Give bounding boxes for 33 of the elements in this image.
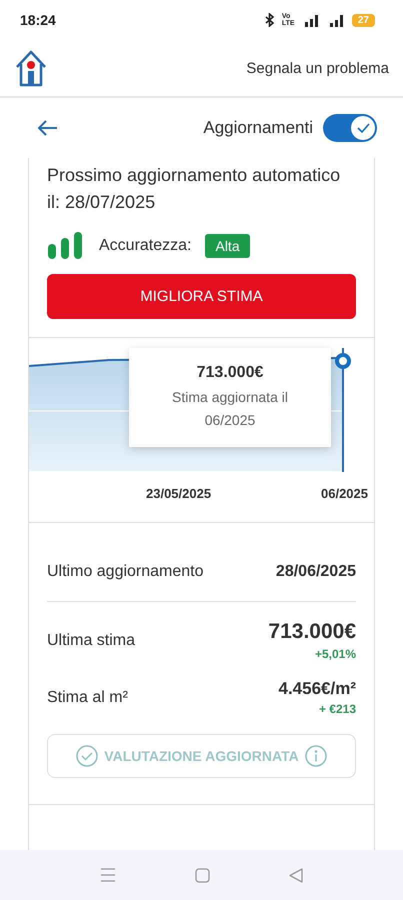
updates-toggle[interactable] <box>323 114 377 142</box>
report-problem-link[interactable]: Segnala un problema <box>246 60 389 76</box>
improve-estimate-button[interactable]: MIGLIORA STIMA <box>47 274 356 319</box>
menu-icon[interactable] <box>100 868 116 882</box>
stat-label: Ultimo aggiornamento <box>47 563 204 581</box>
check-icon <box>356 122 370 134</box>
stat-value: 713.000€ <box>268 620 356 644</box>
stat-change: + €213 <box>318 702 356 716</box>
back-triangle-icon[interactable] <box>289 868 304 882</box>
axis-label: 06/2025 <box>321 486 368 501</box>
battery-level: 27 <box>352 14 375 26</box>
axis-label: 23/05/2025 <box>146 486 212 501</box>
signal-icon <box>304 14 320 26</box>
check-circle-icon <box>76 745 98 767</box>
tooltip-value: 713.000€ <box>196 364 264 382</box>
stat-label: Ultima stima <box>47 632 136 650</box>
info-icon[interactable] <box>304 745 327 767</box>
status-time: 18:24 <box>20 12 56 28</box>
stat-value: 28/06/2025 <box>276 563 356 581</box>
home-square-icon[interactable] <box>194 868 210 882</box>
stat-value: 4.456€/m² <box>278 679 356 699</box>
accuracy-badge: Alta <box>205 234 250 258</box>
tooltip-text: Stima aggiornata il 06/2025 <box>171 388 289 430</box>
bluetooth-icon <box>264 13 276 27</box>
stat-change: +5,01% <box>314 647 356 661</box>
next-update-text: Prossimo aggiornamento automatico il: 28/07/2025 <box>47 164 342 214</box>
section-title: Aggiornamenti <box>203 118 313 138</box>
accuracy-label: Accuratezza: <box>99 237 192 255</box>
house-logo-icon[interactable] <box>14 49 48 87</box>
valuation-status-text: VALUTAZIONE AGGIORNATA <box>104 748 299 764</box>
signal-bars-icon <box>47 232 83 260</box>
back-arrow-icon[interactable] <box>38 120 58 136</box>
stat-label: Stima al m² <box>47 688 128 706</box>
